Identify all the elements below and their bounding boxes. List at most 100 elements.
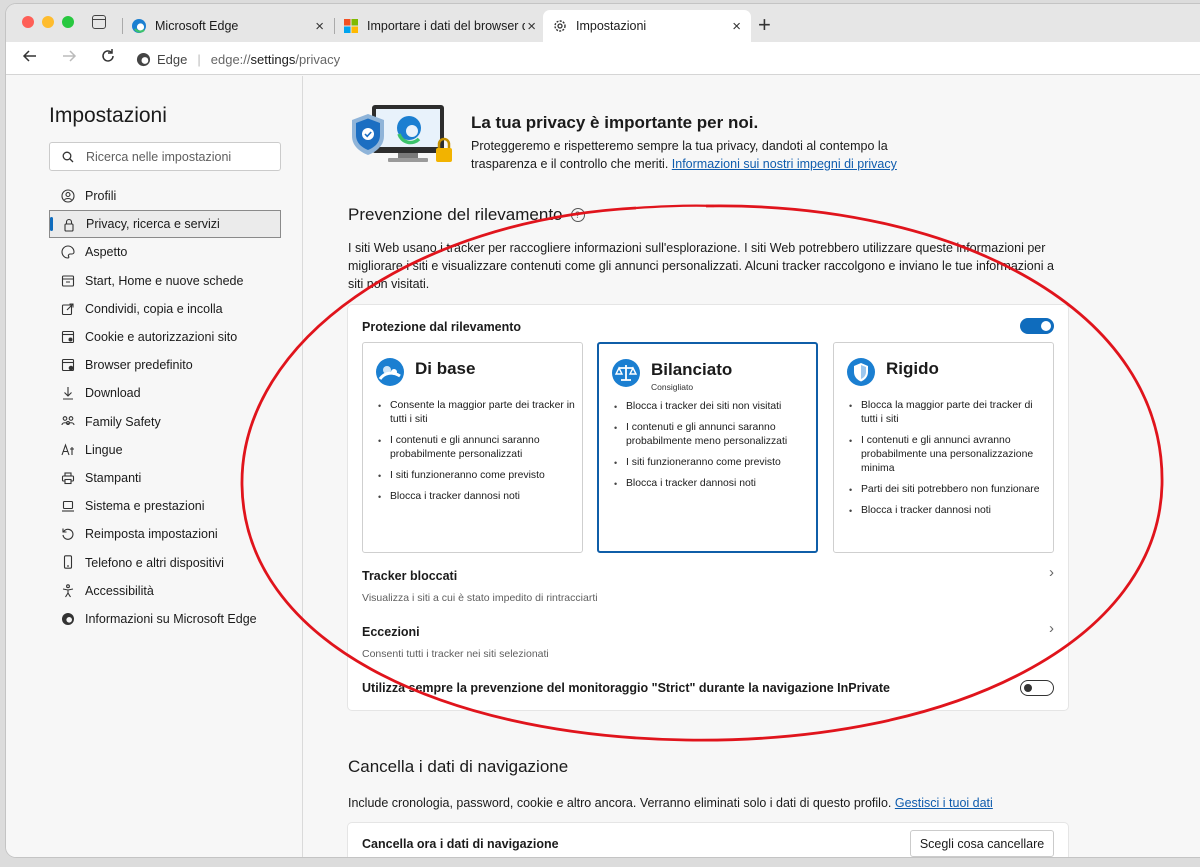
close-window-button[interactable] xyxy=(22,16,34,28)
sidebar-item-label: Telefono e altri dispositivi xyxy=(85,555,224,570)
tracking-prevention-card: Protezione dal rilevamento Di base Conse… xyxy=(348,305,1068,710)
exceptions-title: Eccezioni xyxy=(362,625,420,639)
level-card-basic[interactable]: Di base Consente la maggior parte dei tr… xyxy=(362,342,583,553)
level-bullet: I siti funzioneranno come previsto xyxy=(614,456,811,470)
printer-icon xyxy=(61,472,75,484)
sidebar-item-download[interactable]: Download xyxy=(49,379,281,407)
strict-inprivate-toggle[interactable] xyxy=(1020,680,1054,696)
chevron-right-icon: › xyxy=(1049,620,1054,637)
url-path: /privacy xyxy=(295,51,341,67)
sidebar-item-informazioni[interactable]: Informazioni su Microsoft Edge xyxy=(49,605,281,633)
sidebar-item-label: Condividi, copia e incolla xyxy=(85,301,223,316)
strict-inprivate-label: Utilizza sempre la prevenzione del monit… xyxy=(362,681,890,695)
sidebar-item-aspetto[interactable]: Aspetto xyxy=(49,238,281,266)
tab-microsoft-edge[interactable]: Microsoft Edge × xyxy=(122,10,334,42)
share-icon xyxy=(61,303,74,315)
clear-browsing-data-title: Cancella i dati di navigazione xyxy=(348,757,569,776)
clear-now-label: Cancella ora i dati di navigazione xyxy=(362,837,559,851)
tab-impostazioni[interactable]: Impostazioni × xyxy=(543,10,751,42)
browser-window: Microsoft Edge × Importare i dati del br… xyxy=(6,4,1200,857)
sidebar-item-profili[interactable]: Profili xyxy=(49,182,281,210)
language-icon xyxy=(61,443,74,455)
sidebar-item-start-home[interactable]: Start, Home e nuove schede xyxy=(49,267,281,295)
blocked-trackers-subtitle: Visualizza i siti a cui è stato impedito… xyxy=(362,592,598,604)
level-card-strict[interactable]: Rigido Blocca la maggior parte dei track… xyxy=(833,342,1054,553)
tab-actions-icon[interactable] xyxy=(92,15,106,29)
minimize-window-button[interactable] xyxy=(42,16,54,28)
accessibility-icon xyxy=(62,583,74,597)
sidebar-title: Impostazioni xyxy=(49,104,167,127)
level-bullet: I contenuti e gli annunci avranno probab… xyxy=(849,434,1046,476)
level-bullet: Consente la maggior parte dei tracker in… xyxy=(378,399,575,427)
zoom-window-button[interactable] xyxy=(62,16,74,28)
edge-logo xyxy=(62,612,74,625)
privacy-hero-title: La tua privacy è importante per noi. xyxy=(471,113,759,132)
level-bullet: I contenuti e gli annunci saranno probab… xyxy=(378,434,575,462)
sidebar-item-telefono[interactable]: Telefono e altri dispositivi xyxy=(49,548,281,576)
level-bullets: Consente la maggior parte dei tracker in… xyxy=(378,399,575,511)
sidebar-item-accessibilita[interactable]: Accessibilità xyxy=(49,577,281,605)
privacy-commitments-link[interactable]: Informazioni sui nostri impegni di priva… xyxy=(672,157,897,171)
profile-icon xyxy=(61,189,75,203)
lock-icon xyxy=(64,219,74,232)
level-bullets: Blocca i tracker dei siti non visitati I… xyxy=(614,400,811,498)
search-icon xyxy=(62,151,74,162)
tracking-prevention-title: Prevenzione del rilevamento? xyxy=(348,205,585,225)
level-bullet: Blocca i tracker dannosi noti xyxy=(614,477,811,491)
sidebar-item-privacy[interactable]: Privacy, ricerca e servizi xyxy=(49,210,281,239)
close-tab-icon[interactable]: × xyxy=(732,18,741,35)
cookie-icon xyxy=(61,330,75,343)
manage-data-link[interactable]: Gestisci i tuoi dati xyxy=(895,796,993,810)
clear-browsing-data-description: Include cronologia, password, cookie e a… xyxy=(348,794,1068,812)
sidebar-item-browser-predefinito[interactable]: Browser predefinito xyxy=(49,351,281,379)
privacy-illustration xyxy=(352,105,452,162)
level-name: Bilanciato xyxy=(651,360,733,379)
tracking-protection-toggle[interactable] xyxy=(1020,318,1054,334)
edge-logo xyxy=(132,19,146,33)
sidebar-item-label: Stampanti xyxy=(85,470,142,485)
sidebar-item-label: Informazioni su Microsoft Edge xyxy=(85,611,257,626)
choose-what-to-clear-button[interactable]: Scegli cosa cancellare xyxy=(910,830,1054,857)
refresh-icon[interactable] xyxy=(100,48,116,69)
level-name: Di base xyxy=(415,359,476,378)
sidebar-item-cookie[interactable]: Cookie e autorizzazioni sito xyxy=(49,323,281,351)
forward-arrow-icon[interactable] xyxy=(61,48,77,69)
blocked-trackers-title: Tracker bloccati xyxy=(362,569,458,583)
level-card-balanced[interactable]: Bilanciato Consigliato Blocca i tracker … xyxy=(597,342,818,553)
sidebar-item-label: Aspetto xyxy=(85,245,128,260)
laptop-icon xyxy=(62,501,74,512)
address-brand: Edge xyxy=(157,51,188,67)
level-bullet: I siti funzioneranno come previsto xyxy=(378,469,575,483)
close-tab-icon[interactable]: × xyxy=(315,18,324,35)
exceptions-subtitle: Consenti tutti i tracker nei siti selezi… xyxy=(362,648,549,660)
home-icon xyxy=(61,275,75,287)
sidebar-item-stampanti[interactable]: Stampanti xyxy=(49,464,281,492)
sidebar-item-lingue[interactable]: Lingue xyxy=(49,436,281,464)
phone-icon xyxy=(63,555,73,570)
download-icon xyxy=(63,387,73,400)
level-bullet: Parti dei siti potrebbero non funzionare xyxy=(849,483,1046,497)
microsoft-logo xyxy=(344,19,358,33)
sidebar-item-family-safety[interactable]: Family Safety xyxy=(49,408,281,436)
url-host: settings xyxy=(250,51,296,67)
sidebar-item-label: Profili xyxy=(85,189,117,204)
tab-separator xyxy=(334,18,335,34)
sidebar-item-sistema[interactable]: Sistema e prestazioni xyxy=(49,492,281,520)
help-icon[interactable]: ? xyxy=(570,208,585,222)
search-input[interactable] xyxy=(86,149,266,164)
reset-icon xyxy=(62,528,74,541)
settings-search[interactable] xyxy=(49,142,281,171)
back-arrow-icon[interactable] xyxy=(22,48,38,69)
url-scheme: edge:// xyxy=(210,51,251,67)
sidebar-item-condividi[interactable]: Condividi, copia e incolla xyxy=(49,295,281,323)
sidebar-item-reimposta[interactable]: Reimposta impostazioni xyxy=(49,520,281,548)
palette-icon xyxy=(61,245,75,259)
new-tab-button[interactable]: + xyxy=(758,12,771,38)
address-bar[interactable]: Edge | edge://settings/privacy xyxy=(136,46,340,72)
sidebar-item-label: Browser predefinito xyxy=(85,358,193,373)
browser-icon xyxy=(61,359,75,372)
edge-logo xyxy=(136,52,151,66)
close-tab-icon[interactable]: × xyxy=(527,18,536,35)
settings-sidebar: Impostazioni Profili Privacy, ricerca e … xyxy=(6,76,303,857)
tab-importare-dati[interactable]: Importare i dati del browser da × xyxy=(334,10,540,42)
